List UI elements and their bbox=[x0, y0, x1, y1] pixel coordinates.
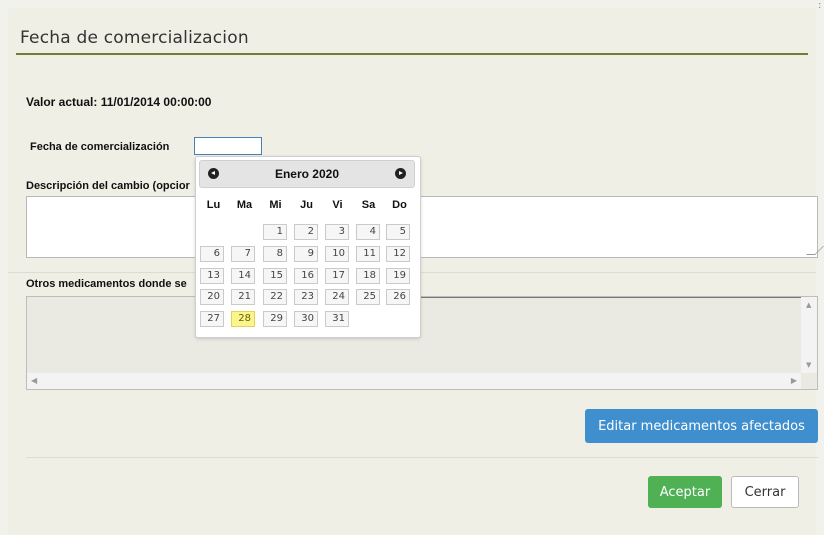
datepicker-day[interactable]: 5 bbox=[386, 224, 410, 240]
datepicker-day[interactable]: 9 bbox=[294, 246, 318, 262]
descripcion-textarea[interactable] bbox=[26, 196, 824, 258]
next-circle-icon[interactable] bbox=[395, 168, 406, 179]
datepicker-day[interactable]: 29 bbox=[263, 311, 287, 327]
current-value-label: Valor actual: 11/01/2014 00:00:00 bbox=[26, 95, 212, 109]
resize-grip-icon[interactable] bbox=[806, 246, 824, 255]
datepicker-day[interactable]: 4 bbox=[356, 224, 380, 240]
footer-divider bbox=[26, 457, 818, 458]
datepicker-day[interactable]: 22 bbox=[263, 289, 287, 305]
weekday-header: Do bbox=[392, 199, 407, 211]
datepicker-day[interactable]: 27 bbox=[200, 311, 224, 327]
weekday-header: Ju bbox=[300, 199, 313, 211]
fecha-comercializacion-label: Fecha de comercialización bbox=[30, 141, 170, 153]
weekday-header: Mi bbox=[269, 199, 282, 211]
vertical-scrollbar[interactable]: ▲ ▼ bbox=[801, 297, 817, 373]
datepicker-header: Enero 2020 bbox=[199, 160, 415, 188]
datepicker-day[interactable]: 21 bbox=[231, 289, 255, 305]
close-button[interactable]: Cerrar bbox=[731, 476, 799, 508]
datepicker-day[interactable]: 8 bbox=[263, 246, 287, 262]
title-divider bbox=[16, 53, 808, 55]
accept-button[interactable]: Aceptar bbox=[648, 476, 722, 508]
datepicker-day[interactable]: 19 bbox=[386, 268, 410, 284]
scroll-down-icon[interactable]: ▼ bbox=[806, 361, 811, 369]
datepicker-popup: Enero 2020 Lu Ma Mi Ju Vi Sa Do 1 2 3 4 5 6 7 8 9 10 11 12… bbox=[195, 156, 421, 338]
datepicker-day[interactable]: 14 bbox=[231, 268, 255, 284]
datepicker-day[interactable]: 10 bbox=[325, 246, 349, 262]
datepicker-day[interactable]: 30 bbox=[294, 311, 318, 327]
datepicker-day[interactable]: 24 bbox=[325, 289, 349, 305]
corner-mark: : bbox=[818, 0, 822, 11]
datepicker-day[interactable]: 23 bbox=[294, 289, 318, 305]
otros-medicamentos-label: Otros medicamentos donde se bbox=[26, 278, 187, 290]
edit-medicamentos-button[interactable]: Editar medicamentos afectados bbox=[585, 409, 818, 443]
dialog-title: Fecha de comercializacion bbox=[20, 28, 249, 48]
weekday-header: Sa bbox=[361, 199, 376, 211]
scroll-up-icon[interactable]: ▲ bbox=[806, 301, 811, 309]
datepicker-day[interactable]: 6 bbox=[200, 246, 224, 262]
fecha-comercializacion-input[interactable] bbox=[194, 137, 262, 155]
horizontal-scrollbar[interactable]: ◀ ▶ bbox=[27, 373, 801, 389]
datepicker-day[interactable]: 7 bbox=[231, 246, 255, 262]
scroll-left-icon[interactable]: ◀ bbox=[31, 376, 37, 385]
datepicker-day[interactable]: 31 bbox=[325, 311, 349, 327]
scroll-right-icon[interactable]: ▶ bbox=[791, 376, 797, 385]
datepicker-day[interactable]: 12 bbox=[386, 246, 410, 262]
descripcion-label: Descripción del cambio (opcior bbox=[26, 180, 190, 192]
datepicker-day[interactable]: 25 bbox=[356, 289, 380, 305]
datepicker-day[interactable]: 13 bbox=[200, 268, 224, 284]
datepicker-day[interactable]: 17 bbox=[325, 268, 349, 284]
datepicker-day[interactable]: 20 bbox=[200, 289, 224, 305]
datepicker-day[interactable]: 1 bbox=[263, 224, 287, 240]
datepicker-day[interactable]: 3 bbox=[325, 224, 349, 240]
datepicker-day[interactable]: 18 bbox=[356, 268, 380, 284]
datepicker-month-title: Enero 2020 bbox=[274, 167, 340, 181]
datepicker-day[interactable]: 2 bbox=[294, 224, 318, 240]
datepicker-day[interactable]: 16 bbox=[294, 268, 318, 284]
datepicker-day[interactable]: 15 bbox=[263, 268, 287, 284]
weekday-header: Ma bbox=[236, 199, 253, 211]
weekday-header: Lu bbox=[206, 199, 221, 211]
weekday-header: Vi bbox=[332, 199, 343, 211]
datepicker-day-today[interactable]: 28 bbox=[231, 311, 255, 327]
datepicker-day[interactable]: 26 bbox=[386, 289, 410, 305]
datepicker-day[interactable]: 11 bbox=[356, 246, 380, 262]
otros-medicamentos-list[interactable]: ▲ ▼ ◀ ▶ bbox=[26, 296, 818, 390]
